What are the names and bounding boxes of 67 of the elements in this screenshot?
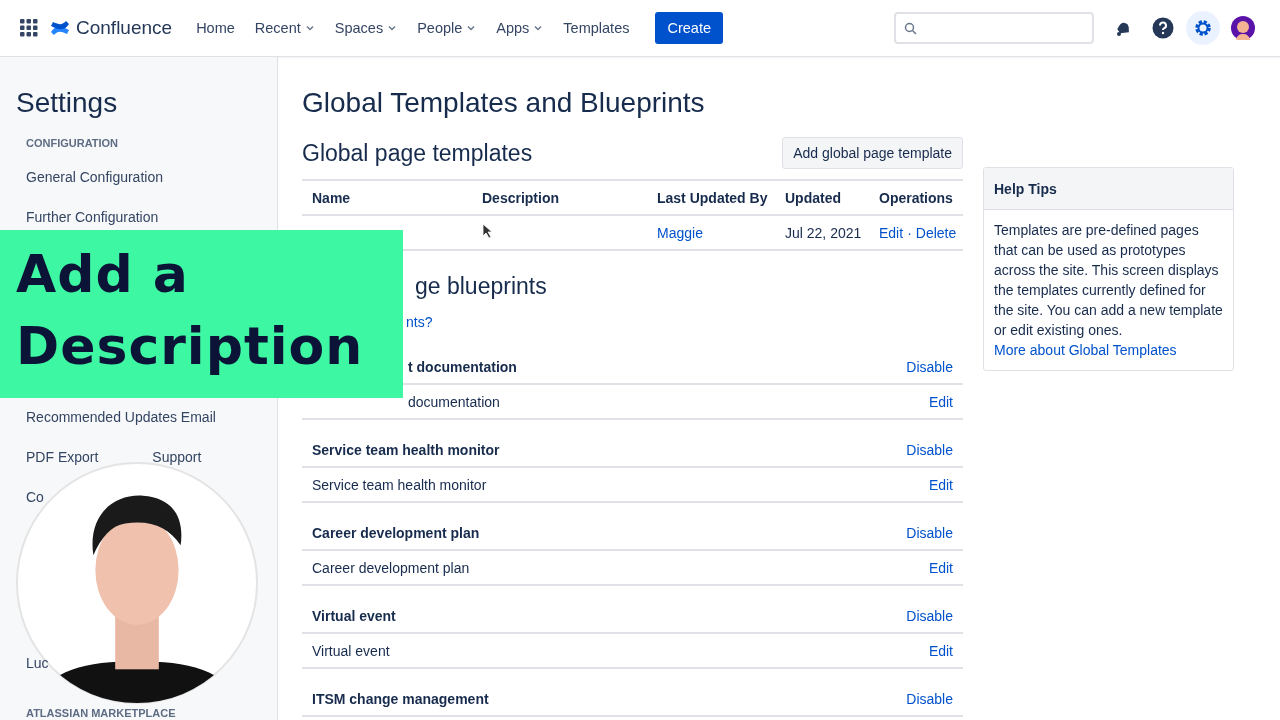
disable-link[interactable]: Disable <box>906 441 953 458</box>
blueprint-name: Career development plan <box>312 559 470 576</box>
section-title: Global page templates <box>302 139 533 167</box>
column-header: Updated <box>785 189 842 206</box>
blueprint-name: Virtual event <box>312 642 390 659</box>
sidebar-item[interactable]: Further Configuration <box>26 208 159 226</box>
chevron-down-icon <box>533 23 544 33</box>
sidebar-item-text: Support <box>152 448 202 466</box>
nav-link[interactable]: Spaces <box>334 20 398 36</box>
app-grid-icon[interactable] <box>20 19 38 37</box>
blueprint-name: documentation <box>408 393 500 410</box>
help-text: Templates are pre-defined pages that can be used as prototypes across the site. This screen displays the templates currently defined for the site. You can add a new template or edit existing ones. <box>993 221 1224 340</box>
blueprints-link[interactable]: nts? <box>406 314 963 330</box>
help-icon <box>1152 17 1174 39</box>
sidebar-item[interactable]: General Configuration <box>26 168 163 186</box>
blueprint-name: Service team health monitor <box>312 476 487 493</box>
disable-link[interactable]: Disable <box>906 690 953 707</box>
nav-link[interactable]: Home <box>196 20 235 36</box>
help-title: Help Tips <box>984 168 1233 210</box>
sidebar-item[interactable]: Co <box>26 488 44 506</box>
settings-button[interactable] <box>1186 11 1220 45</box>
blueprint-title: Service team health monitor <box>312 441 500 458</box>
sidebar-item[interactable]: Recommended Updates Email <box>26 408 216 426</box>
nav-link[interactable]: Templates <box>563 20 630 36</box>
blueprint-title: ITSM change management <box>312 690 489 707</box>
sidebar-item[interactable]: PDF Export <box>26 448 99 466</box>
disable-link[interactable]: Disable <box>906 524 953 541</box>
section-title: ge blueprints <box>414 273 548 300</box>
date-cell-text: Jul 22, 2021 <box>785 224 863 241</box>
chevron-down-icon <box>387 23 398 33</box>
column-header: Name <box>312 189 352 206</box>
blueprint-title: Virtual event <box>312 607 396 624</box>
column-header: Last Updated By <box>657 189 769 206</box>
banner-text: Add a Description <box>16 243 365 378</box>
separator: · <box>907 224 912 241</box>
search-field[interactable] <box>894 12 1094 44</box>
sidebar-item[interactable]: Luc <box>26 654 49 672</box>
sidebar-title: Settings <box>16 87 119 119</box>
nav-link[interactable]: Apps <box>496 20 544 36</box>
edit-link[interactable]: Edit <box>928 642 953 659</box>
section-heading: ATLASSIAN MARKETPLACE <box>26 707 177 719</box>
user-link[interactable]: Maggie <box>657 224 703 241</box>
add-template-button[interactable]: Add global page template <box>782 137 963 169</box>
chevron-down-icon <box>466 23 477 33</box>
chevron-down-icon <box>304 23 315 33</box>
avatar-icon <box>1231 16 1255 40</box>
column-header: Description <box>482 189 560 206</box>
create-button[interactable]: Create <box>655 12 723 44</box>
section-heading: CONFIGURATION <box>26 137 120 149</box>
product-name: Confluence <box>76 17 173 39</box>
column-header: Operations <box>879 189 954 206</box>
disable-link[interactable]: Disable <box>906 607 953 624</box>
help-link[interactable]: More about Global Templates <box>984 340 1233 360</box>
page-title: Global Templates and Blueprints <box>302 87 706 119</box>
settings-icon <box>1193 18 1213 38</box>
nav-link[interactable]: People <box>417 20 477 36</box>
logo-icon <box>50 19 70 37</box>
edit-link[interactable]: Edit <box>879 224 904 241</box>
blueprint-title: t documentation <box>408 358 517 375</box>
delete-link[interactable]: Delete <box>915 224 957 241</box>
search-icon <box>904 21 917 35</box>
edit-link[interactable]: Edit <box>928 559 953 576</box>
nav-link[interactable]: Recent <box>254 20 315 36</box>
edit-link[interactable]: Edit <box>928 393 953 410</box>
blueprint-title: Career development plan <box>312 524 480 541</box>
disable-link[interactable]: Disable <box>906 358 953 375</box>
edit-link[interactable]: Edit <box>928 476 953 493</box>
